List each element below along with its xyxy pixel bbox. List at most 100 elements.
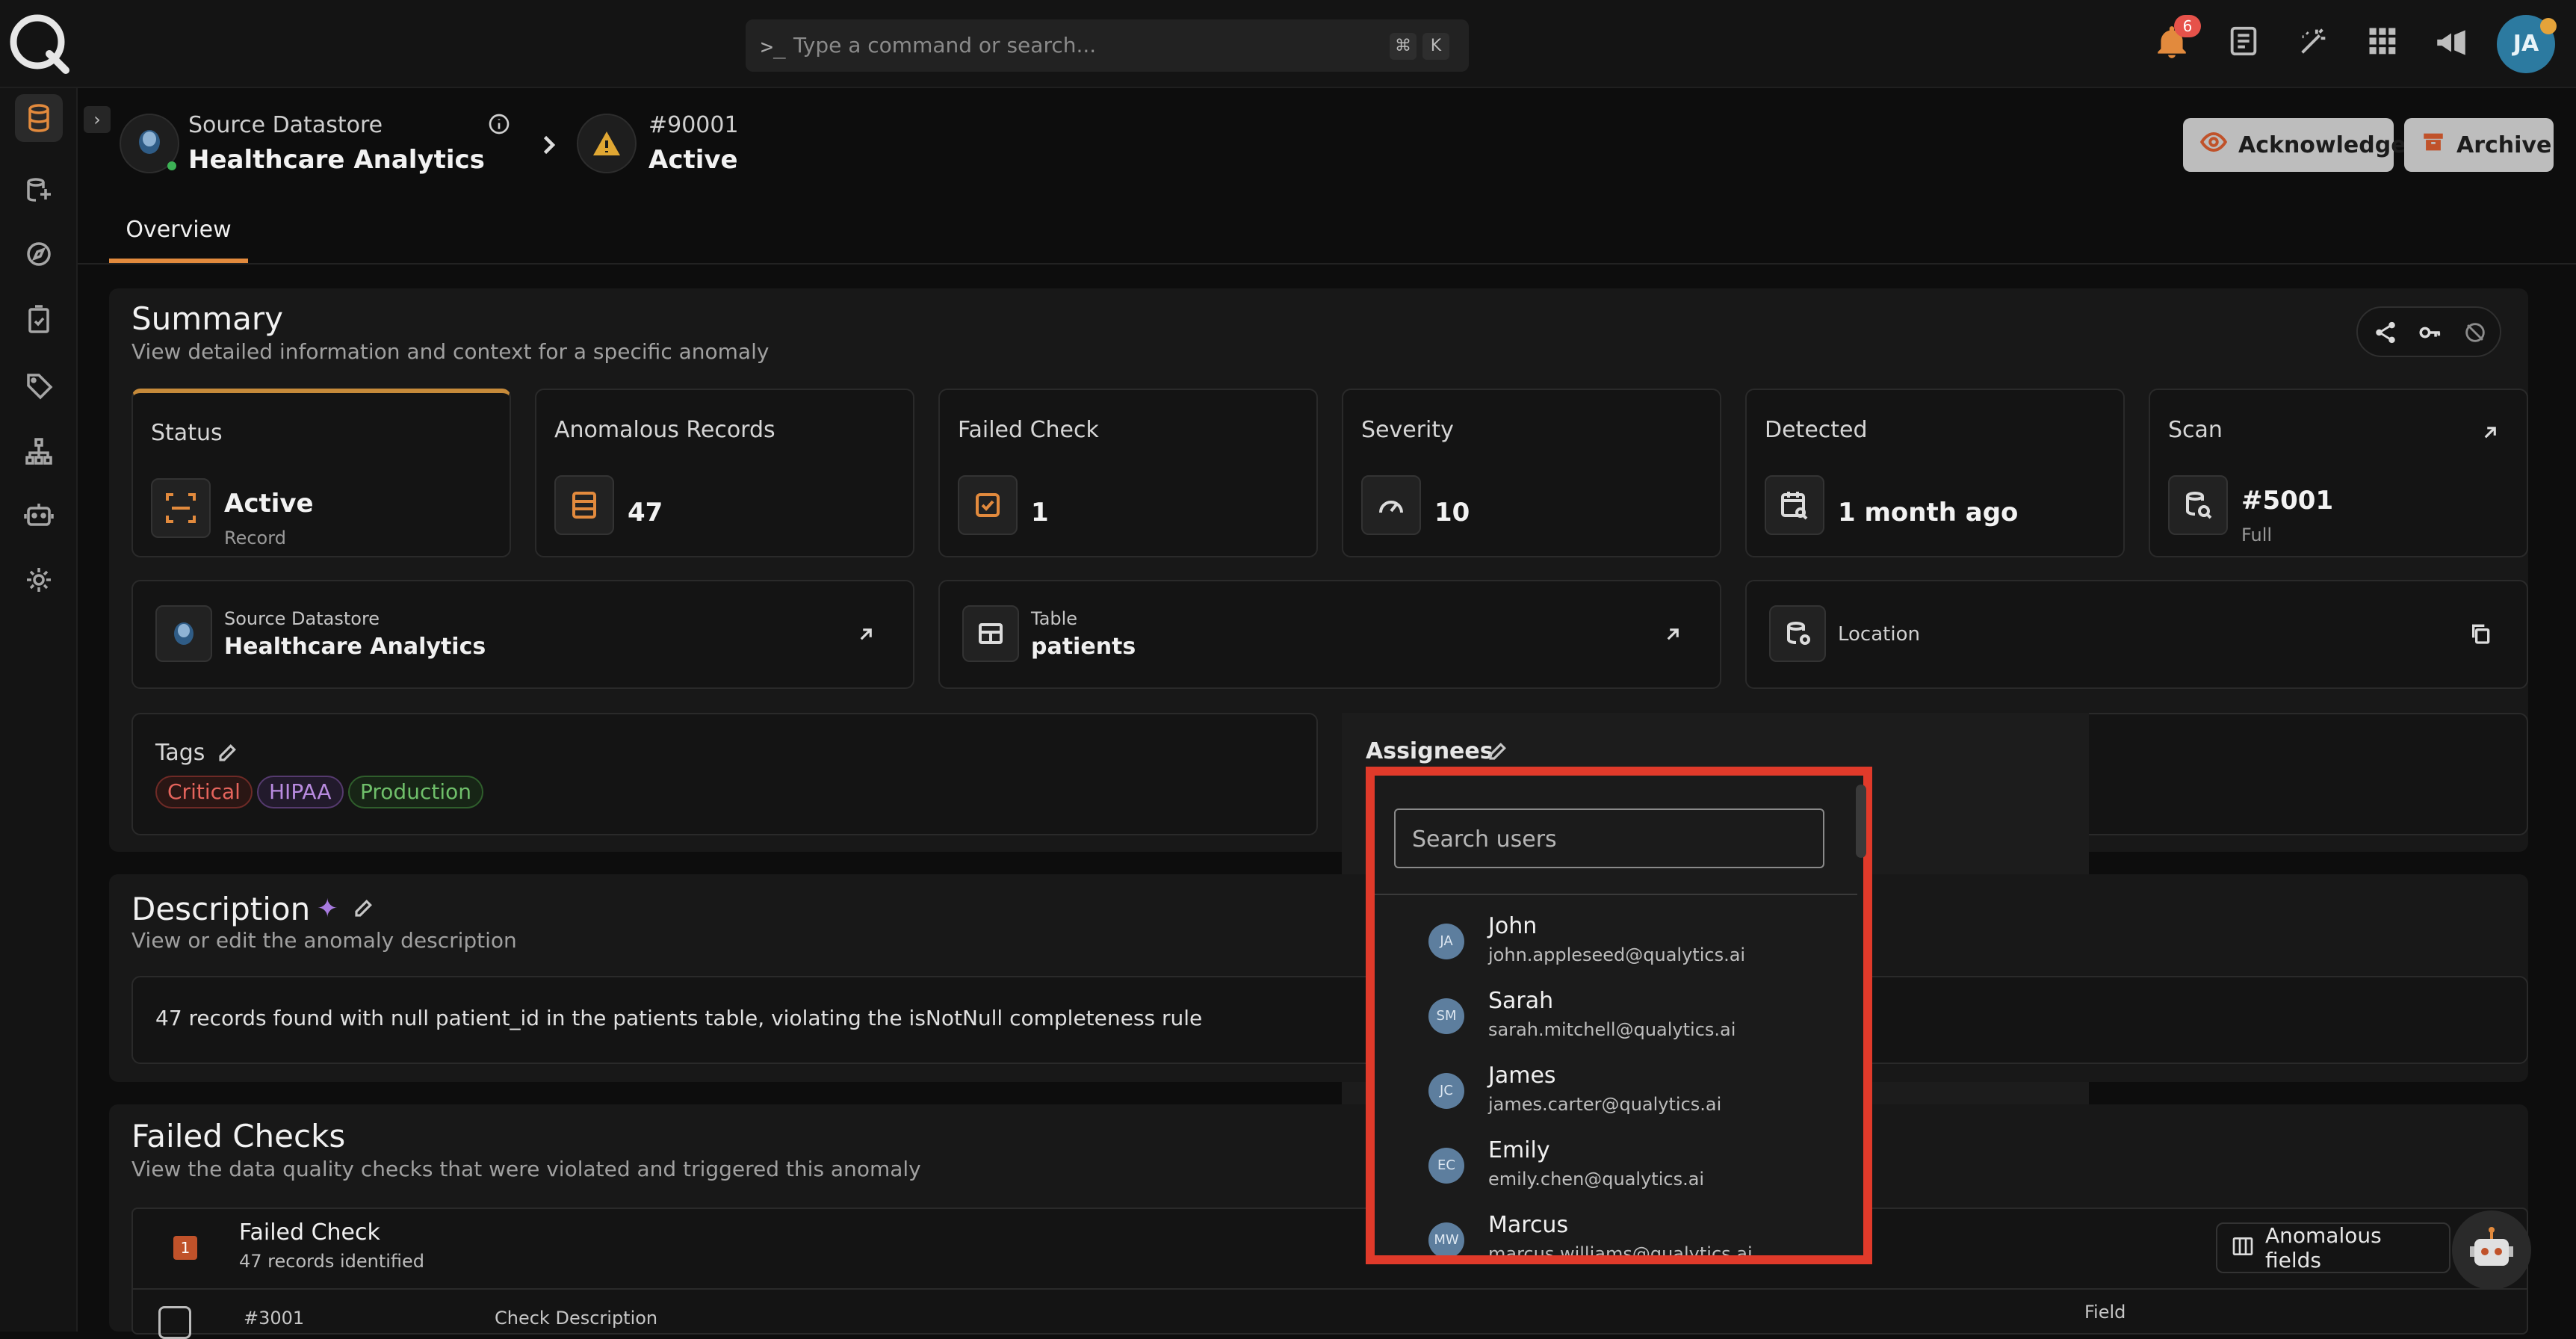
failed-check-row[interactable]: 1 Failed Check 47 records identified #30…: [131, 1207, 2528, 1339]
description-text: 47 records found with null patient_id in…: [155, 1006, 1203, 1030]
sidebar-item-settings[interactable]: [15, 556, 63, 604]
breadcrumb-datastore-name[interactable]: Healthcare Analytics: [188, 145, 485, 175]
sidebar-item-tags[interactable]: [15, 362, 63, 409]
visibility-off-icon[interactable]: [2462, 320, 2488, 348]
breadcrumb-chevron-right-icon: [535, 132, 562, 158]
user-name: Sarah: [1488, 988, 1554, 1014]
sidebar-item-explore[interactable]: [15, 230, 63, 278]
search-users-placeholder: Search users: [1412, 826, 1557, 853]
check-id: #3001: [244, 1308, 305, 1329]
edit-description-pencil-icon[interactable]: [353, 897, 375, 922]
failed-checks-title: Failed Checks: [131, 1118, 346, 1154]
tag-critical[interactable]: Critical: [155, 776, 253, 808]
sidebar-item-agents[interactable]: [15, 492, 63, 539]
failed-check-value: 1: [1031, 498, 1049, 528]
status-card-value: Active: [224, 489, 314, 519]
severity-label: Severity: [1361, 417, 1454, 443]
user-option[interactable]: EC Emily emily.chen@qualytics.ai: [1375, 1127, 1853, 1200]
anomalous-records-label: Anomalous Records: [554, 417, 775, 443]
table-card[interactable]: Table patients: [938, 580, 1721, 689]
user-name: John: [1488, 913, 1538, 939]
sidebar-expand-chevron-icon[interactable]: ›: [84, 106, 111, 133]
document-icon[interactable]: [2226, 24, 2264, 61]
postgres-datastore-icon: [120, 114, 179, 173]
open-external-arrow-icon[interactable]: [2479, 421, 2501, 447]
share-icon[interactable]: [2373, 320, 2398, 348]
magic-wand-icon[interactable]: [2297, 24, 2334, 61]
failed-check-count-badge: 1: [173, 1236, 197, 1260]
description-subtitle: View or edit the anomaly description: [131, 928, 517, 953]
detected-label: Detected: [1765, 417, 1868, 443]
assistant-bot-icon[interactable]: [2452, 1210, 2531, 1290]
archive-button[interactable]: Archive: [2404, 118, 2554, 172]
summary-title: Summary: [131, 300, 283, 337]
checklist-icon: [958, 475, 1018, 535]
key-icon[interactable]: [2418, 320, 2443, 348]
acknowledge-button[interactable]: Acknowledge: [2183, 118, 2406, 172]
qualytics-logo[interactable]: [6, 10, 72, 76]
notification-count-badge: 6: [2174, 15, 2201, 37]
tags-card: [131, 713, 1318, 835]
assignee-dropdown: Search users JA John john.appleseed@qual…: [1366, 767, 1872, 1264]
tab-overview[interactable]: Overview: [109, 217, 248, 263]
table-value: patients: [1031, 634, 1136, 660]
user-option[interactable]: JA John john.appleseed@qualytics.ai: [1375, 903, 1853, 976]
description-title: Description: [131, 891, 311, 927]
announcements-megaphone-icon[interactable]: [2433, 24, 2470, 61]
tag-production[interactable]: Production: [348, 776, 483, 808]
database-search-icon: [1769, 605, 1826, 662]
open-table-arrow-icon[interactable]: [1662, 623, 1684, 649]
user-name: Marcus: [1488, 1212, 1569, 1238]
failed-check-label: Failed Check: [958, 417, 1099, 443]
severity-card: Severity 10: [1342, 389, 1721, 557]
user-name: Emily: [1488, 1137, 1550, 1163]
tab-divider: [78, 263, 2576, 265]
tag-hipaa[interactable]: HIPAA: [257, 776, 344, 808]
user-option[interactable]: SM Sarah sarah.mitchell@qualytics.ai: [1375, 977, 1853, 1051]
edit-assignees-pencil-icon[interactable]: [1487, 740, 1509, 765]
command-search-placeholder: Type a command or search...: [793, 33, 1097, 58]
description-box[interactable]: 47 records found with null patient_id in…: [131, 976, 2528, 1064]
info-icon[interactable]: [487, 112, 511, 136]
archive-icon: [2421, 129, 2446, 161]
sidebar-item-datastores[interactable]: [15, 94, 63, 142]
user-email: emily.chen@qualytics.ai: [1488, 1169, 1705, 1190]
apps-grid-icon[interactable]: [2365, 24, 2403, 61]
command-search-bar[interactable]: >_ Type a command or search... ⌘ K: [746, 19, 1469, 72]
user-option[interactable]: MW Marcus marcus.williams@qualytics.ai: [1375, 1202, 1853, 1255]
user-avatar-initials: JC: [1428, 1073, 1464, 1109]
open-datastore-arrow-icon[interactable]: [855, 623, 877, 649]
source-datastore-card[interactable]: Source Datastore Healthcare Analytics: [131, 580, 914, 689]
tags-label: Tags: [155, 740, 205, 766]
user-option[interactable]: JC James james.carter@qualytics.ai: [1375, 1052, 1853, 1125]
user-avatar-initials: MW: [1428, 1222, 1464, 1255]
copy-icon[interactable]: [2468, 622, 2492, 649]
archive-label: Archive: [2456, 132, 2552, 158]
ai-sparkle-icon[interactable]: ✦: [317, 894, 338, 924]
anomalous-fields-button[interactable]: Anomalous fields: [2216, 1222, 2450, 1273]
user-email: james.carter@qualytics.ai: [1488, 1094, 1722, 1115]
dropdown-scrollbar[interactable]: [1856, 785, 1866, 858]
anomalous-records-card: Anomalous Records 47: [535, 389, 914, 557]
scan-sub: Full: [2241, 525, 2273, 545]
gauge-icon: [1361, 475, 1421, 535]
location-label: Location: [1838, 623, 1920, 646]
sidebar-item-flows[interactable]: [15, 427, 63, 475]
table-grid-icon: [962, 605, 1019, 662]
scan-card[interactable]: Scan #5001 Full: [2149, 389, 2528, 557]
detected-value: 1 month ago: [1838, 498, 2019, 528]
postgres-icon: [155, 605, 212, 662]
sidebar-item-checks[interactable]: [15, 296, 63, 344]
sidebar: [0, 88, 78, 1332]
status-card: Status Active Record: [131, 389, 511, 557]
shortcut-k-key: K: [1422, 33, 1449, 60]
edit-tags-pencil-icon[interactable]: [217, 741, 239, 767]
breadcrumb-anomaly-id: #90001: [648, 112, 739, 138]
sidebar-item-enrichment[interactable]: [15, 166, 63, 214]
check-description-column-header: Check Description: [495, 1308, 658, 1329]
check-type-icon: [158, 1306, 191, 1339]
summary-action-group: [2356, 306, 2501, 357]
status-card-label: Status: [151, 420, 223, 446]
scan-search-icon: [2168, 475, 2228, 535]
search-users-input[interactable]: Search users: [1394, 808, 1824, 868]
